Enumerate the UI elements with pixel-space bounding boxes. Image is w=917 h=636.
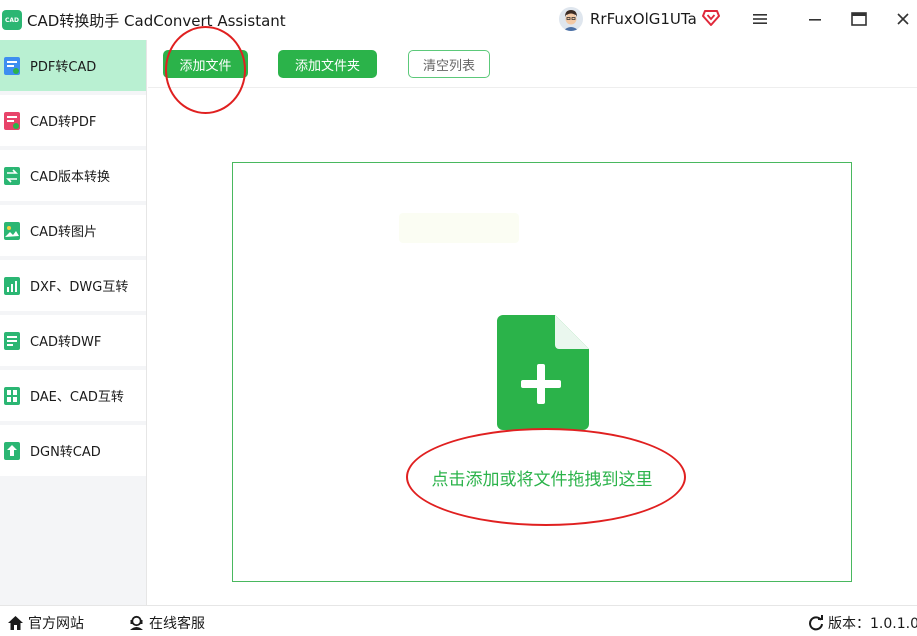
official-site-label: 官方网站 (28, 616, 84, 632)
toolbar: 添加文件 添加文件夹 清空列表 (148, 40, 917, 88)
title-bar: CAD CAD转换助手 CadConvert Assistant RrFuxOl… (0, 0, 917, 40)
pdf-to-cad-icon (4, 56, 20, 75)
dgn-to-cad-icon (4, 441, 20, 460)
vip-diamond-icon[interactable] (702, 9, 720, 27)
file-drop-zone[interactable]: 点击添加或将文件拖拽到这里 (232, 162, 852, 582)
faint-tooltip-placeholder (399, 213, 519, 243)
cad-to-pdf-icon (4, 111, 20, 130)
dxf-dwg-icon (4, 276, 20, 295)
sidebar-item-label: CAD版本转换 (30, 170, 110, 185)
sidebar-item-pdf-to-cad[interactable]: PDF转CAD (0, 40, 146, 93)
dae-cad-icon (4, 386, 20, 405)
sidebar-item-dgn-to-cad[interactable]: DGN转CAD (0, 425, 146, 478)
sidebar: PDF转CAD CAD转PDF CAD版本转换 CAD转图片 DXF、DWG互转… (0, 40, 147, 605)
clear-list-button[interactable]: 清空列表 (408, 50, 490, 78)
username[interactable]: RrFuxOlG1UTa (590, 10, 697, 28)
sidebar-item-dxf-dwg-convert[interactable]: DXF、DWG互转 (0, 260, 146, 313)
hamburger-menu-icon[interactable] (745, 6, 775, 32)
app-title: CAD转换助手 CadConvert Assistant (27, 12, 286, 30)
sidebar-item-label: CAD转DWF (30, 335, 102, 350)
app-logo: CAD (2, 10, 22, 30)
sidebar-item-dae-cad-convert[interactable]: DAE、CAD互转 (0, 370, 146, 423)
close-icon[interactable] (888, 6, 917, 32)
user-avatar[interactable] (559, 7, 583, 31)
refresh-icon[interactable] (808, 615, 824, 631)
customer-service-icon (130, 615, 143, 630)
add-file-button[interactable]: 添加文件 (163, 50, 248, 78)
sidebar-item-label: CAD转PDF (30, 115, 97, 130)
drop-instruction-text: 点击添加或将文件拖拽到这里 (431, 470, 653, 490)
sidebar-item-label: DXF、DWG互转 (30, 280, 129, 295)
version-label: 版本：1.0.1.0 (828, 616, 917, 632)
cad-version-icon (4, 166, 20, 185)
home-icon (8, 616, 23, 630)
add-file-icon[interactable] (497, 315, 589, 430)
sidebar-item-label: PDF转CAD (30, 60, 97, 75)
sidebar-item-label: DAE、CAD互转 (30, 390, 124, 405)
official-site-link[interactable]: 官方网站 (7, 613, 84, 633)
sidebar-item-cad-to-pdf[interactable]: CAD转PDF (0, 95, 146, 148)
minimize-icon[interactable] (800, 6, 830, 32)
maximize-icon[interactable] (844, 6, 874, 32)
footer: 官方网站 在线客服 版本：1.0.1.0 (0, 605, 917, 636)
sidebar-item-label: DGN转CAD (30, 445, 101, 460)
online-service-label: 在线客服 (149, 616, 205, 632)
sidebar-item-cad-to-dwf[interactable]: CAD转DWF (0, 315, 146, 368)
online-service-link[interactable]: 在线客服 (128, 613, 205, 633)
sidebar-item-label: CAD转图片 (30, 225, 97, 240)
version-info: 版本：1.0.1.0 (808, 613, 917, 633)
sidebar-item-cad-version-convert[interactable]: CAD版本转换 (0, 150, 146, 203)
sidebar-item-cad-to-image[interactable]: CAD转图片 (0, 205, 146, 258)
cad-to-image-icon (4, 221, 20, 240)
cad-to-dwf-icon (4, 331, 20, 350)
add-folder-button[interactable]: 添加文件夹 (278, 50, 377, 78)
